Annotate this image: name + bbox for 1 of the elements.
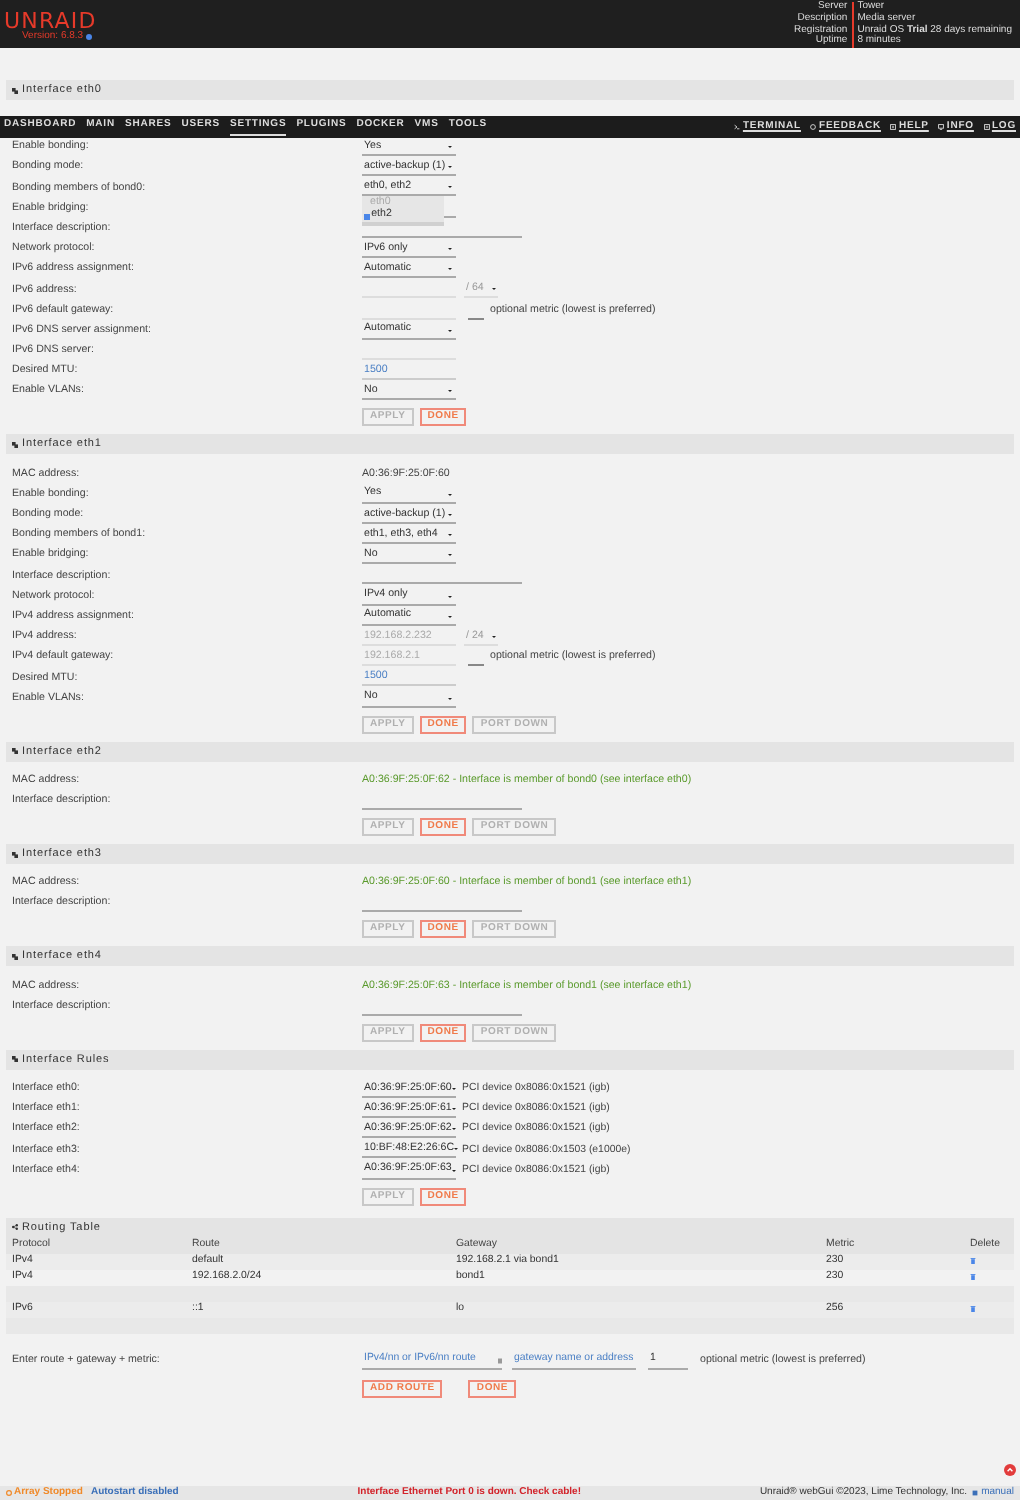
logo: UNRAID (4, 10, 97, 32)
